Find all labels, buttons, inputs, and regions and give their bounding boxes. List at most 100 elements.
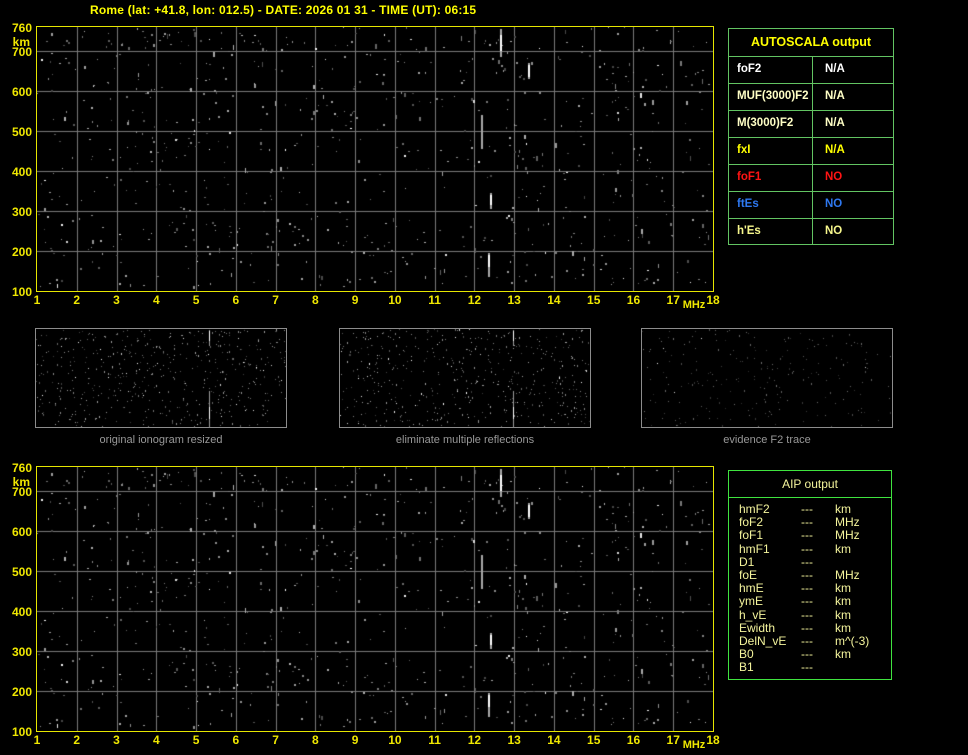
x-axis-tick-label: 13	[507, 293, 521, 307]
x-axis-tick-label: 2	[73, 293, 81, 307]
y-axis-unit-label: km	[12, 35, 30, 49]
aip-parameter-label: hmF1	[739, 541, 770, 556]
aip-row: hmF1 --- km	[729, 541, 891, 556]
aip-parameter-value: ---	[801, 660, 813, 675]
aip-parameter-value: ---	[801, 528, 813, 543]
aip-parameter-label: h_vE	[739, 607, 767, 622]
x-axis-tick-label: 1	[33, 293, 41, 307]
x-axis-tick-label: 8	[312, 733, 319, 747]
caption-original-ionogram: original ionogram resized	[99, 434, 223, 446]
x-axis-tick-label: 1	[33, 733, 41, 747]
x-axis-tick-label: 15	[587, 733, 601, 747]
x-axis-unit-label: MHz	[682, 299, 706, 311]
y-axis-tick-label: 300	[11, 645, 32, 659]
autoscala-parameter-value: N/A	[825, 117, 845, 129]
autoscala-row: foF1 NO	[729, 165, 893, 192]
aip-parameter-unit: km	[835, 541, 851, 556]
autoscala-row: h'Es NO	[729, 219, 893, 244]
autoscala-parameter-value: NO	[825, 225, 843, 237]
y-axis-tick-label: 300	[11, 205, 32, 219]
y-axis-tick-label: 760	[11, 21, 32, 35]
y-axis-tick-label: 600	[11, 85, 32, 99]
y-axis-tick-label: 500	[11, 565, 32, 579]
x-axis-tick-label: 3	[113, 293, 120, 307]
thumbnail-original-canvas	[36, 329, 286, 427]
autoscala-parameter-label: foF2	[729, 57, 813, 83]
y-axis-tick-label: 400	[11, 605, 32, 619]
x-axis-tick-label: 14	[547, 733, 561, 747]
thumbnail-f2-trace	[641, 328, 893, 428]
ionogram-canvas-bottom	[37, 467, 713, 731]
autoscala-parameter-value: N/A	[825, 144, 845, 156]
y-axis-tick-label: 600	[11, 525, 32, 539]
x-axis-tick-label: 4	[152, 293, 160, 307]
caption-evidence-f2-trace: evidence F2 trace	[723, 434, 811, 446]
y-axis-tick-label: 200	[11, 685, 32, 699]
ionogram-canvas-top	[37, 27, 713, 291]
x-axis-tick-label: 16	[626, 293, 641, 307]
aip-output-panel: AIP output hmF2 --- km foF2 --- MHz foF1…	[728, 470, 892, 680]
x-axis-tick-label: 10	[388, 293, 402, 307]
autoscala-parameter-value: N/A	[825, 63, 845, 75]
station-date-time-title: Rome (lat: +41.8, lon: 012.5) - DATE: 20…	[90, 3, 477, 17]
x-axis-tick-label: 11	[428, 293, 441, 307]
aip-row: B1 ---	[729, 661, 891, 674]
aip-parameter-unit: km	[835, 647, 851, 662]
x-axis-tick-label: 11	[428, 733, 441, 747]
autoscala-output-header: AUTOSCALA output	[729, 29, 893, 57]
autoscala-parameter-label: foF1	[729, 165, 813, 191]
x-axis-tick-label: 6	[232, 733, 240, 747]
aip-parameter-value: ---	[801, 607, 813, 622]
x-axis-tick-label: 8	[312, 293, 319, 307]
x-axis-tick-label: 9	[351, 733, 359, 747]
x-axis-tick-label: 2	[73, 733, 81, 747]
ionogram-plot-top	[36, 26, 714, 292]
y-axis-tick-label: 400	[11, 165, 32, 179]
autoscala-parameter-label: MUF(3000)F2	[729, 84, 813, 110]
aip-row: Ewidth --- km	[729, 620, 891, 635]
thumbnail-eliminate-reflections	[339, 328, 591, 428]
autoscala-parameter-value: N/A	[825, 90, 845, 102]
thumbnail-original-ionogram	[35, 328, 287, 428]
x-axis-tick-label: 6	[232, 293, 240, 307]
aip-parameter-label: foF1	[739, 528, 764, 543]
y-axis-tick-label: 200	[11, 245, 32, 259]
x-axis-tick-label: 12	[467, 293, 482, 307]
autoscala-parameter-label: h'Es	[729, 219, 813, 244]
aip-output-header: AIP output	[729, 471, 891, 498]
x-axis-tick-label: 9	[351, 293, 359, 307]
autoscala-parameter-label: M(3000)F2	[729, 111, 813, 137]
autoscala-parameter-value: NO	[825, 198, 843, 210]
aip-parameter-label: D1	[739, 554, 755, 569]
autoscala-row: fxI N/A	[729, 138, 893, 165]
aip-parameter-label: ymE	[739, 594, 763, 609]
aip-row: foF1 --- MHz	[729, 529, 891, 542]
x-axis-tick-label: 13	[507, 733, 521, 747]
autoscala-output-panel: AUTOSCALA output foF2 N/A MUF(3000)F2 N/…	[728, 28, 894, 245]
aip-row: h_vE --- km	[729, 607, 891, 622]
aip-parameter-label: Ewidth	[739, 620, 776, 635]
autoscala-row: ftEs NO	[729, 192, 893, 219]
y-axis-tick-label: 760	[11, 461, 32, 475]
x-axis-tick-label: 16	[626, 733, 641, 747]
autoscala-parameter-label: ftEs	[729, 192, 813, 218]
aip-rows: hmF2 --- km foF2 --- MHz foF1 --- MHz hm…	[729, 498, 891, 674]
autoscala-window: Rome (lat: +41.8, lon: 012.5) - DATE: 20…	[0, 0, 968, 755]
x-axis-tick-label: 7	[272, 293, 279, 307]
autoscala-row: M(3000)F2 N/A	[729, 111, 893, 138]
aip-parameter-unit: MHz	[835, 528, 860, 543]
thumbnail-f2-canvas	[642, 329, 892, 427]
aip-row: ymE --- km	[729, 595, 891, 608]
x-axis-tick-label: 14	[547, 293, 561, 307]
x-axis-tick-label: 7	[272, 733, 279, 747]
aip-parameter-unit: km	[835, 607, 851, 622]
x-axis-tick-label: 5	[192, 293, 200, 307]
aip-parameter-value: ---	[801, 541, 813, 556]
aip-parameter-value: ---	[801, 554, 813, 569]
autoscala-row: foF2 N/A	[729, 57, 893, 84]
x-axis-unit-label: MHz	[682, 739, 706, 751]
x-axis-tick-label: 4	[152, 733, 160, 747]
thumbnail-reflections-canvas	[340, 329, 590, 427]
aip-parameter-unit: km	[835, 594, 851, 609]
autoscala-row: MUF(3000)F2 N/A	[729, 84, 893, 111]
